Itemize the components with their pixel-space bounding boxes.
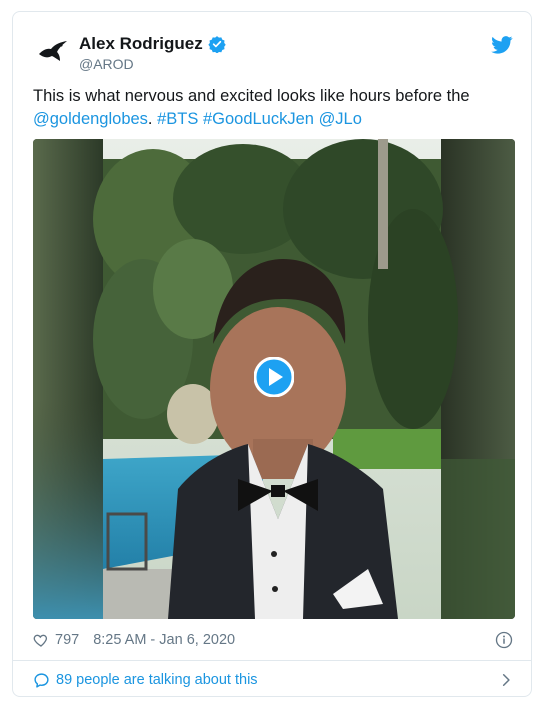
conversation-link[interactable]: 89 people are talking about this <box>33 669 513 691</box>
tweet-header: Alex Rodriguez @AROD <box>33 32 513 72</box>
tweet-text: This is what nervous and excited looks l… <box>33 87 470 128</box>
timestamp[interactable]: 8:25 AM - Jan 6, 2020 <box>93 632 235 648</box>
video-player[interactable] <box>33 139 515 619</box>
info-icon[interactable] <box>495 631 513 649</box>
like-count[interactable]: 797 <box>55 632 79 648</box>
play-icon[interactable] <box>254 357 294 397</box>
twitter-bird-icon[interactable] <box>491 36 513 54</box>
tweet-footer: 797 8:25 AM - Jan 6, 2020 <box>33 629 513 651</box>
tweet-text-plain: This is what nervous and excited looks l… <box>33 87 470 105</box>
mention-goldenglobes[interactable]: @goldenglobes <box>33 110 148 128</box>
display-name[interactable]: Alex Rodriguez <box>79 34 203 54</box>
avatar[interactable] <box>33 32 73 72</box>
conversation-count: 89 people are talking about this <box>56 672 258 688</box>
hashtag-goodluckjen[interactable]: #GoodLuckJen <box>203 110 314 128</box>
tweet-card: Alex Rodriguez @AROD This is what nervou… <box>12 11 532 697</box>
user-handle[interactable]: @AROD <box>79 56 134 72</box>
chevron-right-icon <box>502 674 510 686</box>
footer-divider <box>13 660 531 661</box>
name-row: Alex Rodriguez <box>79 34 226 54</box>
heart-icon[interactable] <box>33 632 49 648</box>
speech-bubble-icon <box>34 672 49 688</box>
verified-badge-icon <box>208 36 226 53</box>
mention-jlo[interactable]: @JLo <box>319 110 362 128</box>
hashtag-bts[interactable]: #BTS <box>157 110 198 128</box>
